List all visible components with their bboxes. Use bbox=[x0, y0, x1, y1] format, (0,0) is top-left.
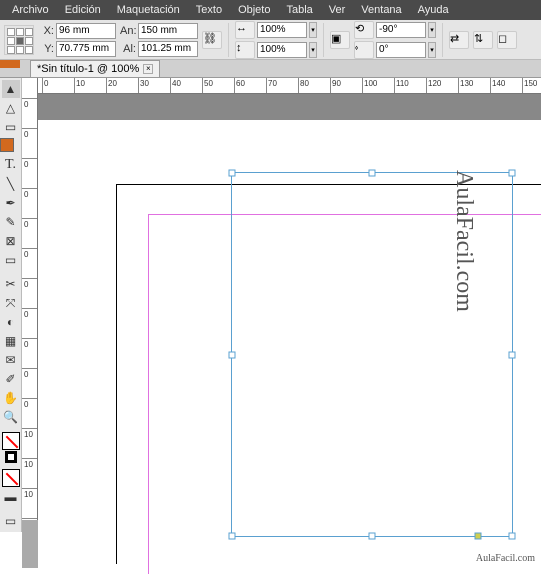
shear-input[interactable] bbox=[376, 42, 426, 58]
document-tab[interactable]: *Sin título-1 @ 100% × bbox=[30, 60, 160, 77]
scale-x-input[interactable] bbox=[257, 22, 307, 38]
menu-texto[interactable]: Texto bbox=[188, 4, 230, 16]
pasteboard bbox=[38, 94, 541, 120]
dropdown-icon[interactable]: ▾ bbox=[309, 42, 317, 58]
menu-archivo[interactable]: Archivo bbox=[4, 4, 57, 16]
scale-x-icon: ↔ bbox=[235, 21, 255, 39]
rotate-icon: ⟲ bbox=[354, 21, 374, 39]
resize-handle-nw[interactable] bbox=[229, 170, 236, 177]
menu-edicion[interactable]: Edición bbox=[57, 4, 109, 16]
x-input[interactable] bbox=[56, 23, 116, 39]
canvas-area[interactable] bbox=[38, 94, 541, 548]
fill-none-icon[interactable] bbox=[2, 432, 20, 450]
menu-ventana[interactable]: Ventana bbox=[353, 4, 409, 16]
menu-objeto[interactable]: Objeto bbox=[230, 4, 278, 16]
hand-tool-icon[interactable]: ✋ bbox=[2, 389, 20, 407]
resize-handle-e[interactable] bbox=[509, 351, 516, 358]
zoom-tool-icon[interactable]: 🔍 bbox=[2, 408, 20, 426]
y-input[interactable] bbox=[56, 41, 116, 57]
resize-handle-anchor[interactable] bbox=[475, 533, 482, 540]
h-label: Al: bbox=[120, 43, 136, 55]
link-icon[interactable]: ⛓ bbox=[202, 31, 222, 49]
control-bar: X: Y: An: Al: ⛓ ↔ ▾ ↕ ▾ ▣ ⟲ ▾ ⬫ ▾ ⇄ ⇅ ◻ bbox=[0, 20, 541, 60]
direct-selection-tool-icon[interactable]: △ bbox=[2, 99, 20, 117]
reference-point-icon[interactable] bbox=[4, 25, 34, 55]
resize-handle-s[interactable] bbox=[369, 533, 376, 540]
default-fill-icon[interactable]: ▬ bbox=[2, 488, 20, 506]
eyedropper-tool-icon[interactable]: ✐ bbox=[2, 370, 20, 388]
vertical-ruler: 000000000001010101010 bbox=[22, 78, 38, 548]
color-swatch-icon[interactable] bbox=[0, 138, 14, 152]
dropdown-icon[interactable]: ▾ bbox=[309, 22, 317, 38]
gradient-feather-tool-icon[interactable]: ▦ bbox=[2, 332, 20, 350]
gradient-swatch-tool-icon[interactable]: ◐ bbox=[2, 313, 20, 331]
close-icon[interactable]: × bbox=[143, 64, 153, 74]
footer-credit: AulaFacil.com bbox=[476, 553, 535, 564]
stroke-icon[interactable] bbox=[5, 451, 17, 463]
y-label: Y: bbox=[38, 43, 54, 55]
selection-tool-icon[interactable]: ▲ bbox=[2, 80, 20, 98]
menu-ver[interactable]: Ver bbox=[321, 4, 354, 16]
resize-handle-w[interactable] bbox=[229, 351, 236, 358]
h-input[interactable] bbox=[138, 41, 198, 57]
resize-handle-se[interactable] bbox=[509, 533, 516, 540]
ruler-origin bbox=[22, 520, 38, 568]
resize-handle-sw[interactable] bbox=[229, 533, 236, 540]
w-input[interactable] bbox=[138, 23, 198, 39]
flip-v-icon[interactable]: ⇅ bbox=[473, 31, 493, 49]
free-transform-tool-icon[interactable]: ⤧ bbox=[2, 294, 20, 312]
pen-tool-icon[interactable]: ✒ bbox=[2, 194, 20, 212]
document-tab-bar: *Sin título-1 @ 100% × bbox=[0, 60, 541, 78]
watermark: AulaFacil.com bbox=[450, 170, 477, 312]
apply-none-icon[interactable] bbox=[2, 469, 20, 487]
rectangle-tool-icon[interactable]: ▭ bbox=[2, 251, 20, 269]
dropdown-icon[interactable]: ▾ bbox=[428, 42, 436, 58]
rotation-input[interactable] bbox=[376, 22, 426, 38]
scale-y-icon: ↕ bbox=[235, 41, 255, 59]
flip-h-icon[interactable]: ⇄ bbox=[449, 31, 469, 49]
pencil-tool-icon[interactable]: ✎ bbox=[2, 213, 20, 231]
page-tool-icon[interactable]: ▭ bbox=[2, 118, 20, 136]
dropdown-icon[interactable]: ▾ bbox=[428, 22, 436, 38]
note-tool-icon[interactable]: ✉ bbox=[2, 351, 20, 369]
x-label: X: bbox=[38, 25, 54, 37]
horizontal-ruler: 0102030405060708090100110120130140150 bbox=[38, 78, 541, 94]
resize-handle-n[interactable] bbox=[369, 170, 376, 177]
tool-panel: ▲ △ ▭ ↔ T. ╲ ✒ ✎ ⊠ ▭ ✂ ⤧ ◐ ▦ ✉ ✐ ✋ 🔍 ▬ ▭ bbox=[0, 78, 22, 532]
container-icon[interactable]: ▣ bbox=[330, 31, 350, 49]
menu-bar: Archivo Edición Maquetación Texto Objeto… bbox=[0, 0, 541, 20]
w-label: An: bbox=[120, 25, 136, 37]
menu-tabla[interactable]: Tabla bbox=[278, 4, 320, 16]
tab-title: *Sin título-1 @ 100% bbox=[37, 63, 139, 75]
select-container-icon[interactable]: ◻ bbox=[497, 31, 517, 49]
resize-handle-ne[interactable] bbox=[509, 170, 516, 177]
panel-handle-icon[interactable] bbox=[0, 60, 20, 68]
type-tool-icon[interactable]: T. bbox=[2, 156, 20, 174]
scissors-tool-icon[interactable]: ✂ bbox=[2, 275, 20, 293]
line-tool-icon[interactable]: ╲ bbox=[2, 175, 20, 193]
menu-maquetacion[interactable]: Maquetación bbox=[109, 4, 188, 16]
rectangle-frame-tool-icon[interactable]: ⊠ bbox=[2, 232, 20, 250]
shear-icon: ⬫ bbox=[354, 41, 374, 59]
view-mode-icon[interactable]: ▭ bbox=[2, 512, 20, 530]
menu-ayuda[interactable]: Ayuda bbox=[410, 4, 457, 16]
scale-y-input[interactable] bbox=[257, 42, 307, 58]
